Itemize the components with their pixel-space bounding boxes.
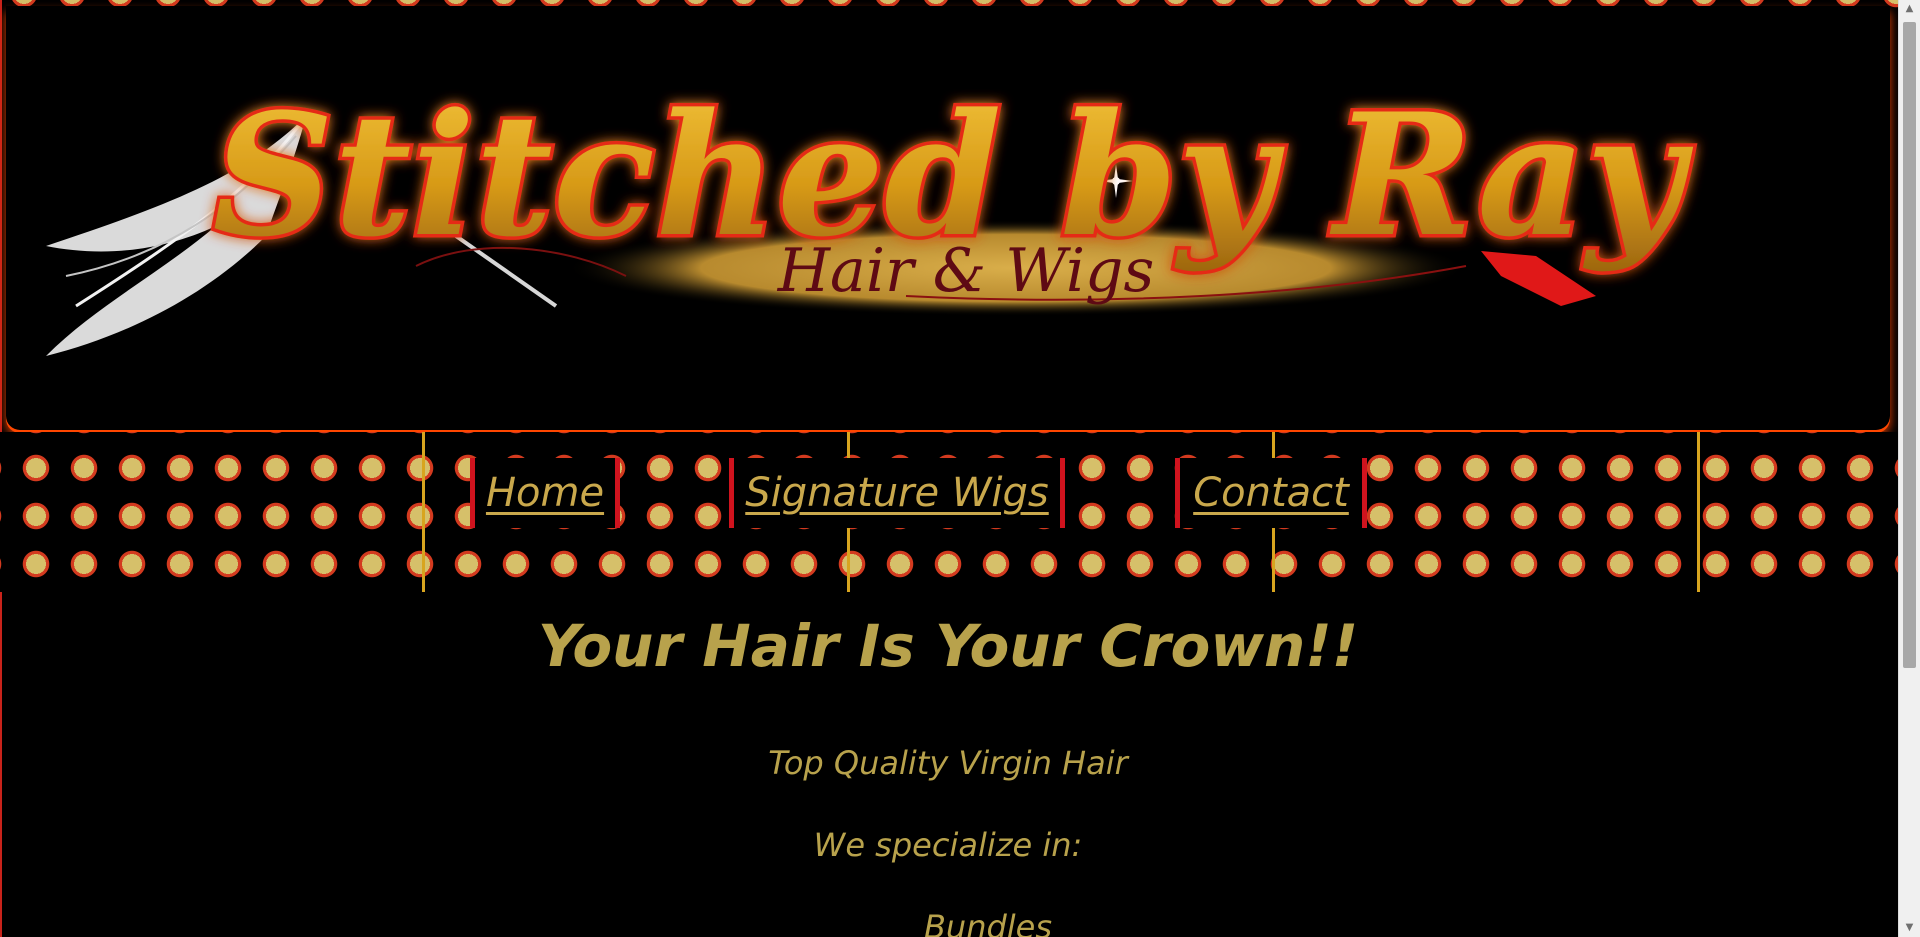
nav-link-label: Signature Wigs <box>745 470 1049 516</box>
page-headline: Your Hair Is Your Crown!! <box>537 612 1359 680</box>
main-nav: Home Signature Wigs Contact <box>0 458 1898 530</box>
paragraph-specialize: We specialize in: <box>813 826 1083 864</box>
scroll-down-arrow-icon[interactable]: ▼ <box>1899 919 1920 937</box>
vertical-scrollbar[interactable]: ▲ ▼ <box>1898 0 1920 937</box>
nav-link-contact[interactable]: Contact <box>1175 458 1367 528</box>
nav-link-home[interactable]: Home <box>470 458 620 528</box>
paragraph-quality: Top Quality Virgin Hair <box>768 744 1128 782</box>
logo-subtitle: Hair & Wigs <box>777 236 1155 306</box>
nav-link-label: Contact <box>1193 470 1349 516</box>
scroll-up-arrow-icon[interactable]: ▲ <box>1899 0 1920 18</box>
logo-image[interactable]: Stitched by Ray Hair & Wigs <box>6 6 1890 430</box>
scrollbar-thumb[interactable] <box>1903 22 1916 668</box>
nav-link-signature-wigs[interactable]: Signature Wigs <box>729 458 1065 528</box>
header-banner: Stitched by Ray Hair & Wigs <box>6 6 1890 430</box>
page: Stitched by Ray Hair & Wigs Home Signatu… <box>0 0 1898 937</box>
nav-link-label: Home <box>485 470 605 516</box>
main-content: Your Hair Is Your Crown!! Top Quality Vi… <box>6 592 1890 937</box>
paragraph-bundles: Bundles <box>923 908 1053 937</box>
